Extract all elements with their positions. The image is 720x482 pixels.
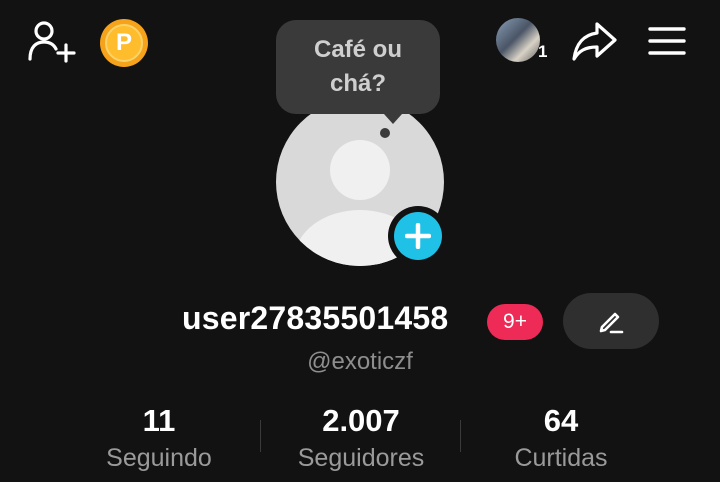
followers-count: 2.007 <box>322 403 400 438</box>
coin-letter: P <box>105 24 143 62</box>
note-bubble-tail <box>384 114 402 124</box>
note-bubble-dot <box>380 128 390 138</box>
stat-following[interactable]: 11 Seguindo <box>59 402 259 474</box>
friends-avatar[interactable] <box>496 18 540 62</box>
friends-count: 1 <box>538 42 548 61</box>
share-icon[interactable] <box>570 18 620 64</box>
following-count: 11 <box>142 403 176 438</box>
user-handle: @exoticzf <box>307 348 413 375</box>
note-bubble-line2: chá? <box>329 70 386 97</box>
likes-label: Curtidas <box>514 444 608 472</box>
avatar-head-shape <box>330 140 390 200</box>
pencil-icon <box>599 312 624 334</box>
note-bubble-line1: Café ou <box>313 36 402 63</box>
followers-label: Seguidores <box>297 444 425 472</box>
following-label: Seguindo <box>106 444 212 472</box>
plus-icon <box>394 212 442 260</box>
add-photo-button[interactable] <box>388 206 448 266</box>
add-friend-icon[interactable] <box>24 18 78 64</box>
coins-icon[interactable]: P <box>100 19 148 67</box>
notification-badge[interactable]: 9+ <box>487 304 543 340</box>
menu-icon[interactable] <box>646 22 688 60</box>
stat-followers[interactable]: 2.007 Seguidores <box>261 402 461 474</box>
stat-likes[interactable]: 64 Curtidas <box>461 402 661 474</box>
username: user27835501458 <box>182 300 449 336</box>
likes-count: 64 <box>543 403 579 438</box>
note-bubble[interactable]: Café ou chá? <box>276 20 440 114</box>
edit-profile-button[interactable] <box>563 293 659 349</box>
